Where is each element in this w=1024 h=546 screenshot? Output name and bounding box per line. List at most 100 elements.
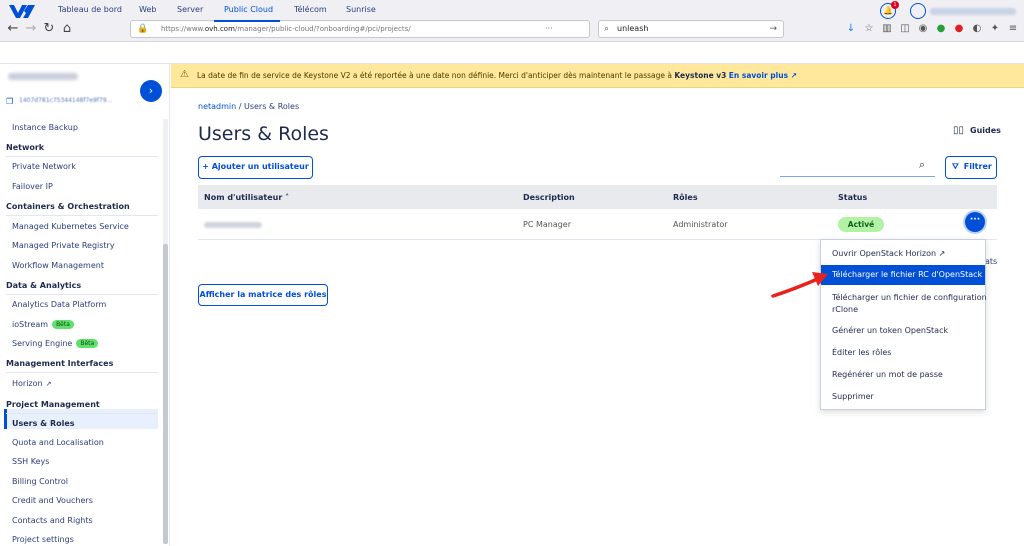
menu-item-download-rc[interactable]: Télécharger le fichier RC d'OpenStack (832, 270, 982, 279)
page-title: Users & Roles (198, 123, 329, 145)
menu-item-download-rclone-cont[interactable]: rClone (832, 305, 858, 314)
active-tab-indicator (214, 20, 280, 22)
reload-icon[interactable]: ↻ (40, 20, 58, 38)
url-prefix: https://www. (161, 25, 205, 33)
nav-sunrise[interactable]: Sunrise (346, 5, 376, 14)
warning-icon: ⚠ (180, 69, 189, 80)
menu-item-edit-roles[interactable]: Éditer les rôles (832, 348, 891, 357)
nav-public-cloud[interactable]: Public Cloud (224, 5, 273, 14)
row-description: PC Manager (523, 220, 572, 229)
sidebar-item-managed-kubernetes-service[interactable]: Managed Kubernetes Service (12, 222, 129, 231)
user-name-redacted[interactable] (930, 8, 1016, 15)
sidebar-section-network: Network (6, 143, 44, 152)
sidebar-section-data-analytics: Data & Analytics (6, 281, 81, 290)
nav-web[interactable]: Web (139, 5, 156, 14)
sidebar: ❐ 1407d781c75344148f7e9f79... › Instance… (0, 64, 170, 546)
adblock-icon[interactable]: ● (952, 21, 966, 37)
sidebar-divider (6, 215, 158, 216)
roles-matrix-button[interactable]: Afficher la matrice des rôles (198, 284, 328, 306)
filter-label: Filtrer (963, 162, 992, 171)
ovh-logo[interactable] (8, 3, 36, 19)
menu-item-download-rclone[interactable]: Télécharger un fichier de configuration (832, 293, 987, 302)
download-icon[interactable]: ↓ (844, 21, 858, 37)
sidebar-item-managed-private-registry[interactable]: Managed Private Registry (12, 241, 115, 250)
menu-item-delete[interactable]: Supprimer (832, 392, 874, 401)
sidebar-item-label: Analytics Data Platform (12, 300, 107, 309)
sidebar-item-label: Workflow Management (12, 261, 104, 270)
notification-count: 1 (891, 1, 899, 9)
sidebar-item-failover-ip[interactable]: Failover IP (12, 182, 53, 191)
sidebar-scrollbar-thumb[interactable] (163, 244, 168, 544)
browser-search-input[interactable]: ⌕ unleash → (598, 20, 784, 38)
project-id[interactable]: 1407d781c75344148f7e9f79... (19, 97, 135, 104)
row-actions-button[interactable]: ··· (965, 212, 985, 232)
table-header (198, 185, 997, 209)
user-avatar-icon[interactable] (910, 3, 926, 19)
sidebar-item-label: Serving Engine (12, 339, 73, 348)
sidebar-item-label: Network (6, 143, 45, 152)
account-icon[interactable]: ◉ (916, 21, 930, 37)
copy-icon[interactable]: ❐ (6, 97, 13, 106)
url-path: /manager/public-cloud/?onboarding#/pci/p… (234, 25, 411, 33)
sidebar-item-label: Containers & Orchestration (6, 202, 130, 211)
sidebar-item-instance-backup[interactable]: Instance Backup (12, 123, 78, 132)
sidebar-item-credit-and-vouchers[interactable]: Credit and Vouchers (12, 496, 93, 505)
sidebar-item-label: Managed Kubernetes Service (12, 222, 129, 231)
menu-item-regenerate-password[interactable]: Regénérer un mot de passe (832, 370, 943, 379)
beta-badge: Bêta (76, 339, 99, 348)
extension-icon[interactable]: ● (934, 21, 948, 37)
home-icon[interactable]: ⌂ (58, 20, 76, 38)
sidebar-item-label: SSH Keys (12, 457, 50, 466)
nav-telecom[interactable]: Télécom (294, 5, 327, 14)
search-icon[interactable]: ⌕ (919, 158, 925, 172)
library-icon[interactable]: ▥ (880, 21, 894, 37)
book-icon: ▯▯ (953, 125, 965, 136)
sidebar-item-label: Instance Backup (12, 123, 78, 132)
lock-icon: 🔒 (137, 24, 149, 34)
beta-badge: Bêta (52, 320, 74, 329)
filter-button[interactable]: ⛛ Filtrer (945, 156, 997, 179)
go-arrow-icon[interactable]: → (769, 21, 777, 37)
column-username[interactable]: Nom d'utilisateur ˄ (204, 193, 289, 202)
sidebar-toggle-button[interactable]: › (140, 80, 162, 102)
sidebar-item-users-roles[interactable]: Users & Roles (12, 419, 75, 428)
sidebar-item-serving-engine[interactable]: Serving Engine Bêta (12, 339, 99, 348)
sidebar-item-analytics-data-platform[interactable]: Analytics Data Platform (12, 300, 106, 309)
column-roles: Rôles (673, 193, 698, 202)
column-status: Status (838, 193, 868, 202)
breadcrumb-project-link[interactable]: netadmin (198, 102, 236, 111)
learn-more-link[interactable]: En savoir plus ↗ (729, 71, 797, 80)
forward-icon[interactable]: → (22, 20, 40, 38)
guides-button[interactable]: ▯▯ Guides (953, 125, 1001, 136)
sidebar-item-project-settings[interactable]: Project settings (12, 535, 74, 544)
sidebar-item-quota-and-localisation[interactable]: Quota and Localisation (12, 438, 104, 447)
sidebar-item-billing-control[interactable]: Billing Control (12, 477, 68, 486)
add-user-button[interactable]: + Ajouter un utilisateur (198, 156, 313, 179)
nav-server[interactable]: Server (177, 5, 203, 14)
sidebar-item-workflow-management[interactable]: Workflow Management (12, 261, 104, 270)
sidebar-item-contacts-and-rights[interactable]: Contacts and Rights (12, 516, 93, 525)
sidebar-item-private-network[interactable]: Private Network (12, 162, 76, 171)
sidebar-item-label: ioStream (12, 320, 49, 329)
nav-dashboard[interactable]: Tableau de bord (58, 5, 122, 14)
bookmark-icon[interactable]: ☆ (862, 21, 876, 37)
sidebar-item-iostream[interactable]: ioStream Bêta (12, 320, 74, 329)
sidebar-item-label: Quota and Localisation (12, 438, 104, 447)
menu-icon[interactable]: ≡ (1006, 21, 1020, 37)
sidebar-item-label: Project settings (12, 535, 74, 544)
annotation-arrow-icon (771, 272, 828, 298)
sidebar-item-horizon[interactable]: Horizon ↗ (12, 379, 51, 388)
partially-hidden-text: ats (985, 257, 998, 266)
extension-icon[interactable]: ✦ (988, 21, 1002, 37)
page-actions-icon[interactable]: ··· (545, 20, 595, 38)
sidebar-icon[interactable]: ◫ (898, 21, 912, 37)
sidebar-item-ssh-keys[interactable]: SSH Keys (12, 457, 49, 466)
menu-item-generate-token[interactable]: Générer un token OpenStack (832, 326, 948, 335)
back-icon[interactable]: ← (4, 20, 22, 38)
url-bar[interactable]: 🔒 https://www.ovh.com/manager/public-clo… (130, 20, 590, 38)
menu-item-open-horizon[interactable]: Ouvrir OpenStack Horizon ↗ (832, 249, 945, 258)
user-search-input[interactable] (780, 157, 935, 177)
extension-icon[interactable]: ◐ (970, 21, 984, 37)
banner-strong: Keystone v3 (674, 71, 727, 80)
sidebar-divider (6, 156, 158, 157)
